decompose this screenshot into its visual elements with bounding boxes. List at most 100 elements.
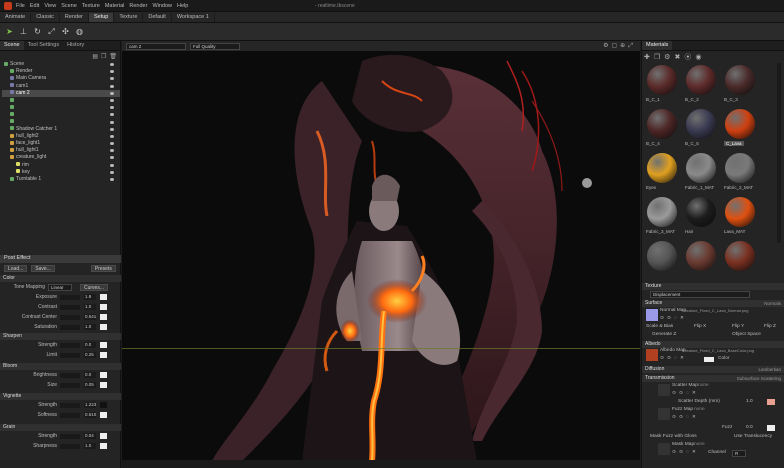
albedo-section[interactable]: Albedo [642,341,784,348]
scene-tree-item[interactable]: creature_light [2,154,120,161]
scene-tree-item[interactable]: Main Camera [2,75,120,82]
property-swatch[interactable] [100,314,107,320]
scatter-depth-value[interactable]: 1.0 [746,399,753,404]
scene-tree-item[interactable] [2,97,120,104]
property-slider[interactable] [60,325,80,330]
curves-button[interactable]: Curves... [80,284,109,291]
visibility-icon[interactable] [110,156,114,160]
flip-z-checkbox[interactable]: Flip Z [764,324,776,329]
visibility-icon[interactable] [110,113,114,117]
scene-tree-item[interactable]: hull_light1 [2,147,120,154]
property-slider[interactable] [60,383,80,388]
texture-select[interactable]: Displacement [650,291,750,298]
settings-icon[interactable]: ⚙ [664,54,674,61]
vignette-section[interactable]: Vignette [0,393,121,400]
scene-tree-item[interactable] [2,111,120,118]
visibility-icon[interactable] [110,170,114,174]
property-slider[interactable] [60,343,80,348]
property-swatch[interactable] [100,342,107,348]
property-swatch[interactable] [100,372,107,378]
property-slider[interactable] [60,295,80,300]
scatter-map-thumbnail[interactable] [658,384,670,396]
property-slider[interactable] [60,413,80,418]
visibility-icon[interactable] [110,98,114,102]
material-thumbnail[interactable]: Fabric_3_MAT [644,195,680,236]
channel-select[interactable]: R [732,450,746,457]
tab-animate[interactable]: Animate [0,13,32,22]
save-button[interactable]: Save... [31,265,55,272]
property-value[interactable]: 0.04 [84,433,96,439]
tone-mapping-select[interactable]: Linear [48,284,72,291]
bloom-section[interactable]: Bloom [0,363,121,370]
material-thumbnail[interactable]: C_Lava [722,107,758,148]
material-thumbnail[interactable]: B_C_2 [683,63,719,104]
3d-viewport[interactable] [122,41,640,468]
menu-file[interactable]: File [16,3,25,9]
scene-tree-item[interactable]: Render [2,68,120,75]
visibility-icon[interactable] [110,149,114,153]
scene-tree-item[interactable] [2,119,120,126]
visibility-icon[interactable] [110,142,114,146]
grain-section[interactable]: Grain [0,424,121,431]
property-slider[interactable] [60,373,80,378]
property-swatch[interactable] [100,433,107,439]
visibility-icon[interactable] [110,84,114,88]
material-thumbnail[interactable]: B_C_4 [644,107,680,148]
surface-section[interactable]: Surface Normals [642,300,784,307]
new-material-icon[interactable]: ✚ [644,54,654,61]
visibility-icon[interactable] [110,178,114,181]
property-value[interactable]: 0.25 [84,352,96,358]
property-swatch[interactable] [100,402,107,408]
property-value[interactable]: 0.610 [84,412,96,418]
albedo-color-swatch[interactable] [704,357,714,362]
flip-x-checkbox[interactable]: Flip X [694,324,706,329]
property-value[interactable]: 1.9 [84,294,96,300]
menu-material[interactable]: Material [105,3,125,9]
property-swatch[interactable] [100,443,107,449]
property-value[interactable]: 1.223 [84,402,96,408]
generate-z-checkbox[interactable]: Generate Z [652,332,676,337]
scatter-color-swatch[interactable] [767,399,775,405]
scene-tree-item[interactable]: Shadow Catcher 1 [2,126,120,133]
materials-scrollbar[interactable] [777,63,781,243]
property-slider[interactable] [60,305,80,310]
menu-window[interactable]: Window [152,3,172,9]
scene-tree-item[interactable]: Scene [2,61,120,68]
material-thumbnail[interactable]: B_C_1 [644,63,680,104]
visibility-icon[interactable] [110,70,114,74]
visibility-icon[interactable] [110,106,114,110]
tab-default[interactable]: Default [143,13,172,22]
property-value[interactable]: 0.05 [84,382,96,388]
property-slider[interactable] [60,403,80,408]
visibility-icon[interactable] [110,120,114,124]
menu-help[interactable]: Help [177,3,188,9]
delete-icon[interactable]: 🗑 [109,53,117,60]
presets-button[interactable]: Presets [90,265,116,272]
scene-tree-item[interactable]: cam1 [2,83,120,90]
load-button[interactable]: Load... [4,265,28,272]
menu-texture[interactable]: Texture [82,3,100,9]
new-folder-icon[interactable]: ▤ [92,53,98,60]
scene-tree-item[interactable]: hull_light2 [2,133,120,140]
texture-section[interactable]: Texture [642,283,784,290]
tab-texture[interactable]: Texture [114,13,144,22]
tab-history[interactable]: History [63,41,88,50]
fuzz-color-swatch[interactable] [767,425,775,431]
menu-view[interactable]: View [44,3,56,9]
property-swatch[interactable] [100,324,107,330]
property-swatch[interactable] [100,352,107,358]
visibility-icon[interactable] [110,163,114,167]
scene-tree-item[interactable] [2,104,120,111]
frame-icon[interactable]: ▢ [611,43,620,49]
material-thumbnail[interactable] [644,239,680,280]
property-swatch[interactable] [100,294,107,300]
property-swatch[interactable] [100,382,107,388]
fuzz-map-thumbnail[interactable] [658,408,670,420]
tab-materials[interactable]: Materials [642,41,673,50]
transform-icon[interactable]: ✣ [60,26,71,37]
material-thumbnail[interactable]: Fabric_1_MAT [683,151,719,192]
globe-icon[interactable]: ◍ [74,26,85,37]
visibility-icon[interactable] [110,77,114,81]
mask-map-thumbnail[interactable] [658,443,670,455]
material-thumbnail[interactable]: Hair [683,195,719,236]
